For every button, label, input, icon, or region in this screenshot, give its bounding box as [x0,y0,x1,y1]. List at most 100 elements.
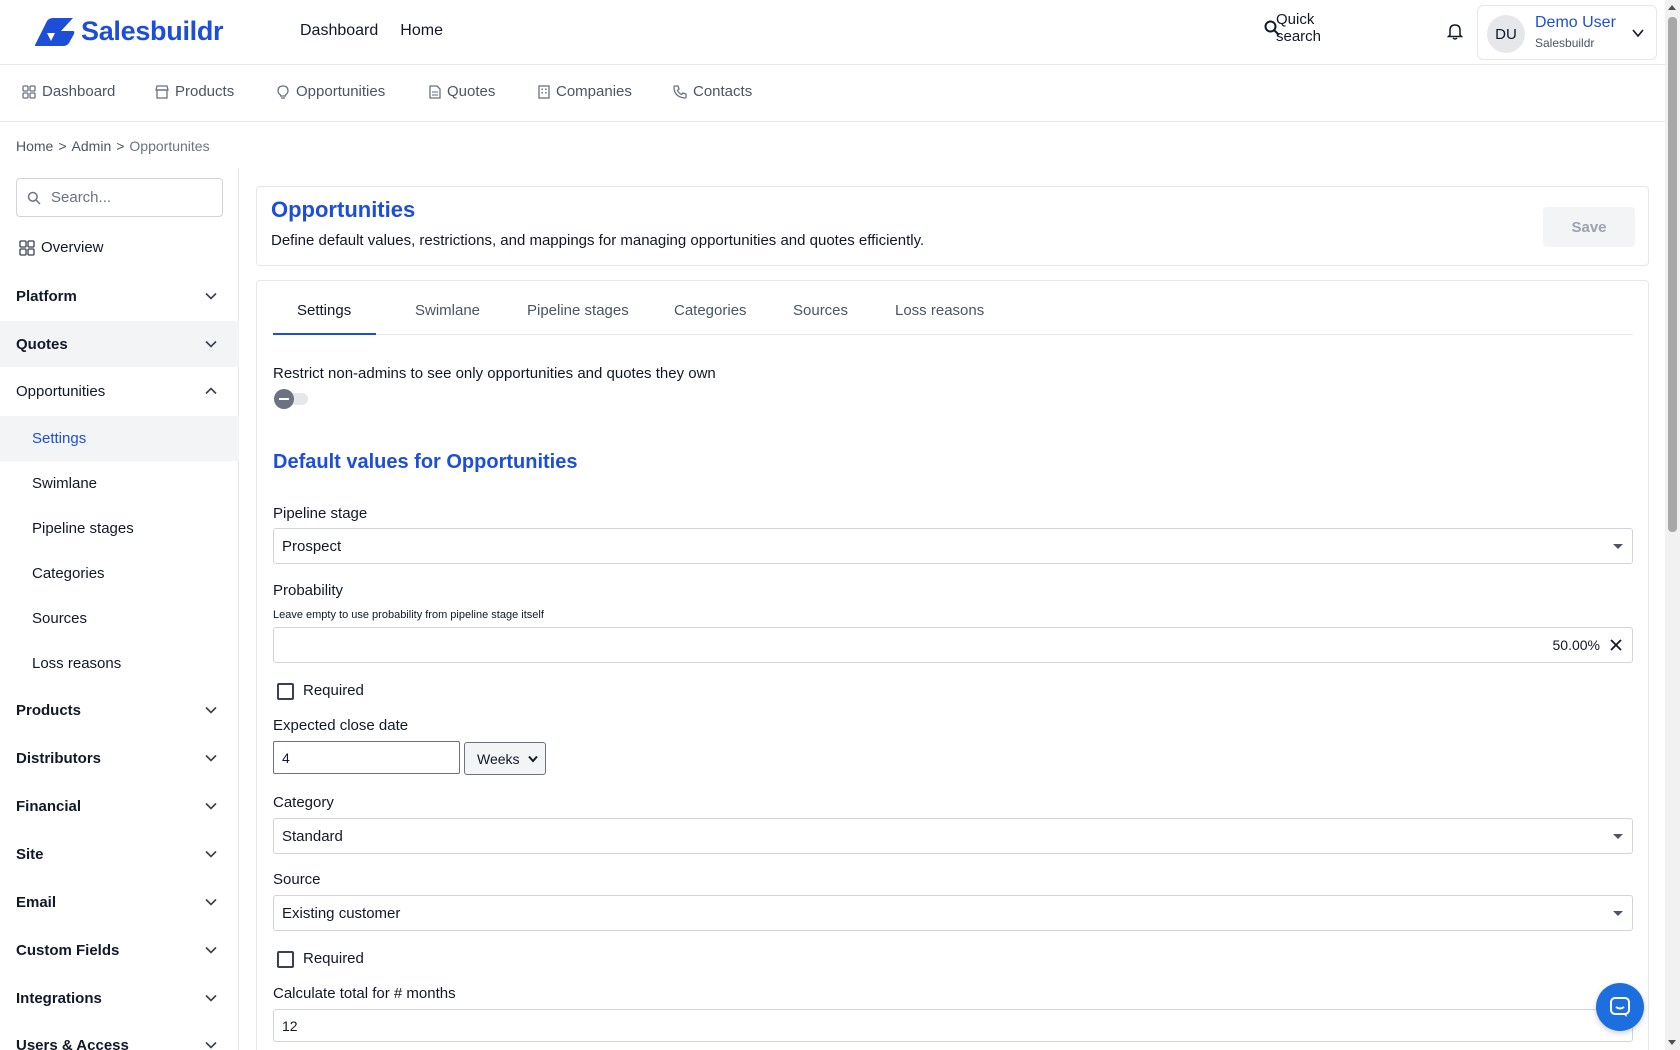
sidebar-group-email[interactable]: Email [0,879,239,925]
module-label: Quotes [447,83,496,100]
save-button[interactable]: Save [1543,207,1635,247]
user-menu[interactable]: DU Demo User Salesbuildr [1477,5,1657,60]
chevron-down-icon [205,994,217,1002]
expected-close-label: Expected close date [273,717,409,734]
category-select[interactable]: Standard [273,818,1633,854]
sidebar-group-distributors[interactable]: Distributors [0,735,239,781]
source-select[interactable]: Existing customer [273,895,1633,931]
breadcrumb-current: Opportunites [129,138,210,154]
module-dashboard[interactable]: Dashboard [22,83,115,100]
breadcrumb: Home > Admin > Opportunites [16,138,210,154]
chevron-down-icon [205,850,217,858]
sidebar-item-pipeline-stages[interactable]: Pipeline stages [0,506,239,551]
clear-icon[interactable] [1608,637,1624,653]
breadcrumb-separator: > [116,138,125,154]
sidebar-item-overview[interactable]: Overview [19,239,104,256]
scroll-up-icon[interactable] [1668,5,1676,10]
probability-required-checkbox[interactable] [277,683,294,700]
module-contacts[interactable]: Contacts [673,83,752,100]
module-quotes[interactable]: Quotes [429,83,495,100]
scroll-down-icon[interactable] [1668,1040,1676,1045]
tab-pipeline-stages[interactable]: Pipeline stages [527,302,629,319]
chevron-up-icon [205,387,217,395]
grid-icon [22,84,36,99]
chevron-down-icon [205,898,217,906]
top-nav-home[interactable]: Home [400,22,443,40]
bell-icon [1446,24,1464,40]
sidebar-group-label: Integrations [16,989,102,1007]
caret-down-icon [1613,834,1623,839]
tab-swimlane[interactable]: Swimlane [415,302,480,319]
sidebar-item-swimlane[interactable]: Swimlane [0,461,239,506]
module-label: Products [175,83,235,100]
chat-launcher-button[interactable] [1596,983,1644,1031]
required-label: Required [303,950,364,967]
active-tab-indicator [273,333,376,335]
module-label: Contacts [693,83,753,100]
pipeline-stage-select[interactable]: Prospect [273,528,1633,564]
sidebar-search-input[interactable] [51,189,201,206]
scrollbar-thumb[interactable] [1668,17,1677,532]
sidebar-group-custom-fields[interactable]: Custom Fields [0,927,239,973]
document-icon [429,84,441,99]
sidebar-group-platform[interactable]: Platform [0,273,239,319]
page-header-card: Opportunities Define default values, res… [256,186,1649,266]
quick-search[interactable]: Quick search [1264,11,1321,45]
tab-sources[interactable]: Sources [793,302,848,319]
category-value: Standard [282,827,343,845]
months-input[interactable] [273,1009,1633,1042]
sidebar-group-products[interactable]: Products [0,687,239,733]
expected-close-unit-select[interactable]: Weeks [464,742,546,775]
module-nav: Dashboard Products Opportunities Quotes … [0,66,1665,122]
category-label: Category [273,794,334,811]
breadcrumb-admin[interactable]: Admin [72,138,112,154]
sidebar-group-label: Custom Fields [16,941,120,959]
page-scrollbar[interactable] [1665,0,1680,1050]
probability-input[interactable]: 50.00% [273,627,1633,663]
notifications-button[interactable] [1446,22,1464,44]
sidebar-item-loss-reasons[interactable]: Loss reasons [0,641,239,686]
expected-close-input[interactable] [273,741,460,774]
restrict-toggle[interactable] [274,389,310,409]
brand-logo[interactable]: Salesbuildr [33,16,224,47]
tab-categories[interactable]: Categories [674,302,747,319]
module-opportunities[interactable]: Opportunities [276,83,385,100]
top-nav: Dashboard Home [300,22,443,40]
sidebar-item-categories[interactable]: Categories [0,551,239,596]
tab-settings[interactable]: Settings [297,302,351,319]
sidebar-group-opportunities[interactable]: Opportunities [0,368,239,414]
chevron-down-icon [205,946,217,954]
sidebar-group-integrations[interactable]: Integrations [0,975,239,1021]
source-required-checkbox[interactable] [277,951,294,968]
settings-tabs: Settings Swimlane Pipeline stages Catego… [273,281,1633,335]
chevron-down-icon [205,802,217,810]
tab-loss-reasons[interactable]: Loss reasons [895,302,984,319]
sidebar-group-site[interactable]: Site [0,831,239,877]
sidebar-group-users-access[interactable]: Users & Access [0,1022,239,1050]
top-header: Salesbuildr Dashboard Home Quick search … [0,0,1665,65]
module-companies[interactable]: Companies [538,83,632,100]
lightbulb-icon [277,84,289,99]
sidebar-group-financial[interactable]: Financial [0,783,239,829]
chevron-down-icon [205,340,217,348]
probability-label: Probability [273,582,344,599]
chevron-down-icon [205,292,217,300]
sidebar-group-quotes[interactable]: Quotes [0,321,239,367]
admin-sidebar: Overview Platform Quotes Opportunities S… [0,168,239,1050]
breadcrumb-home[interactable]: Home [16,138,53,154]
top-nav-dashboard[interactable]: Dashboard [300,22,378,40]
module-products[interactable]: Products [155,83,234,100]
sidebar-item-sources[interactable]: Sources [0,596,239,641]
chevron-down-icon [205,754,217,762]
source-value: Existing customer [282,904,401,922]
quick-search-placeholder: Quick search [1276,11,1322,45]
module-label: Opportunities [296,83,386,100]
probability-hint: Leave empty to use probability from pipe… [273,609,544,621]
probability-value: 50.00% [1552,637,1600,653]
chat-icon [1610,997,1630,1017]
chevron-down-icon [205,706,217,714]
months-label: Calculate total for # months [273,985,456,1002]
caret-down-icon [1613,911,1623,916]
sidebar-item-settings[interactable]: Settings [0,416,239,461]
sidebar-item-label: Overview [41,239,104,256]
